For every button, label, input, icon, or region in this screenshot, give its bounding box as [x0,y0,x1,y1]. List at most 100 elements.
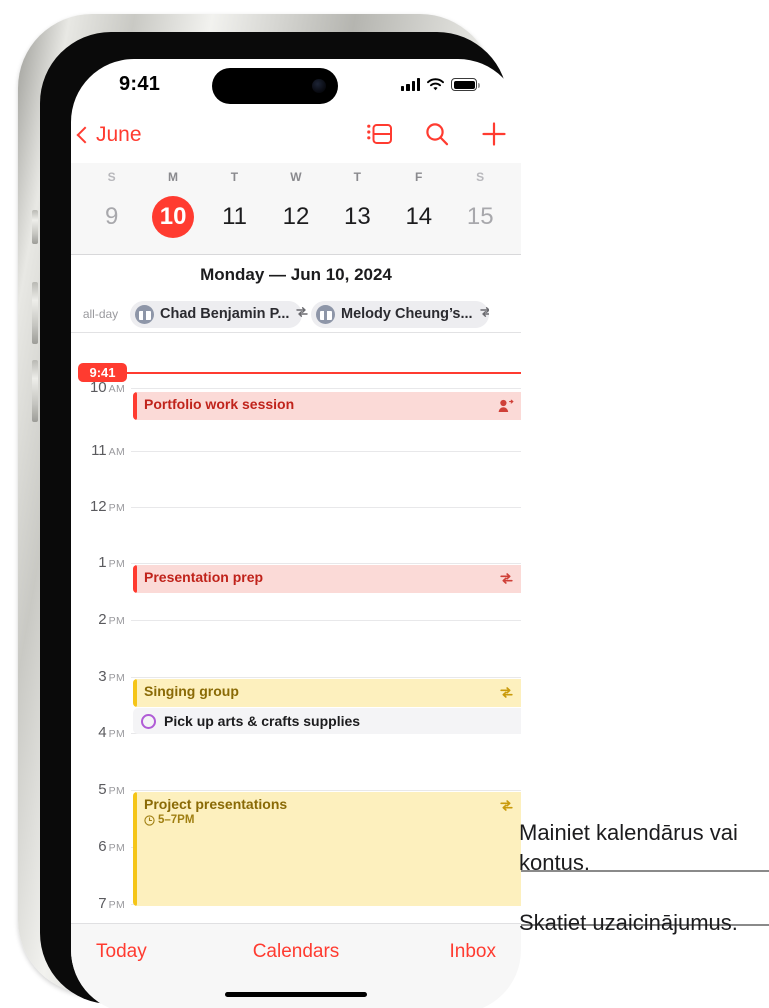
week-date-cell[interactable]: 9 [81,196,142,238]
home-indicator[interactable] [225,992,367,997]
phone-screen: 9:41 June S M T W T F S 9 10 11 12 13 14… [71,59,521,1008]
event-color-bar [133,792,137,906]
gift-icon [316,304,335,324]
wifi-icon [427,78,444,91]
event-block[interactable]: Presentation prep [133,565,521,593]
bottom-toolbar: Today Calendars Inbox [71,923,521,1008]
inbox-button[interactable]: Inbox [363,941,521,963]
list-view-icon[interactable] [367,121,393,152]
search-icon[interactable] [424,121,450,152]
event-block[interactable]: Singing group [133,679,521,707]
event-title: Singing group [144,683,239,699]
hour-row-12pm: 12 PM [71,498,521,515]
date-number: 12 [282,203,310,230]
nav-actions [367,121,507,152]
weekday-letter: T [353,170,362,184]
volume-down-button[interactable] [32,360,38,422]
hour-row-3pm: 3 PM [71,668,521,685]
date-number: 13 [344,203,371,230]
all-day-chip-title: Chad Benjamin P... [160,306,290,322]
day-timeline[interactable]: 10 AM 11 AM 12 PM 1 PM 2 PM 3 PM 4 PM 5 … [71,334,521,923]
repeat-icon [295,305,309,323]
week-date-cell[interactable]: 14 [388,196,449,238]
iphone-device-frame: 9:41 June S M T W T F S 9 10 11 12 13 14… [18,14,521,1008]
event-title: Project presentations [144,796,288,812]
all-day-divider [71,332,521,333]
hour-label: 12 PM [89,498,125,515]
repeat-icon [499,799,514,817]
weekday-letter: M [168,170,179,184]
hour-label: 11 AM [91,442,125,459]
back-to-month-button[interactable]: June [76,123,142,147]
repeat-icon [479,305,489,323]
week-strip: S M T W T F S 9 10 11 12 13 14 15 [71,163,521,255]
gift-icon [135,304,154,324]
hour-gridline [131,388,521,389]
hour-label: 1 PM [98,554,125,571]
week-date-cell[interactable]: 15 [450,196,511,238]
callout-label-calendars: Mainiet kalendārus vai kontus. [519,820,738,875]
event-time-range: 5–7PM [144,814,194,826]
back-button-label: June [96,123,142,146]
all-day-chip-title: Melody Cheung’s... [341,306,473,322]
status-bar: 9:41 [71,59,521,117]
week-date-cell-selected[interactable]: 10 [142,196,203,238]
week-date-cell[interactable]: 13 [327,196,388,238]
event-block[interactable]: Portfolio work session [133,392,521,420]
clock-icon [144,814,155,826]
date-number: 11 [222,203,247,230]
all-day-event-chip[interactable]: Melody Cheung’s... [311,300,489,328]
weekday-letters-row: S M T W T F S [71,163,521,191]
hour-gridline [131,790,521,791]
today-button[interactable]: Today [71,941,229,963]
repeat-icon [499,686,514,704]
screenshot-root: 9:41 June S M T W T F S 9 10 11 12 13 14… [0,0,769,1008]
week-date-cell[interactable]: 12 [265,196,326,238]
day-header-title: Monday — Jun 10, 2024 [200,265,392,284]
hour-label: 6 PM [98,838,125,855]
date-number: 9 [105,203,119,230]
calendars-button[interactable]: Calendars [229,941,362,963]
hour-gridline [131,507,521,508]
all-day-chips: Chad Benjamin P... Melody Cheung’s... [130,300,489,328]
weekday-letter: T [230,170,239,184]
attendee-icon [498,399,514,418]
hour-row-1pm: 1 PM [71,554,521,571]
week-dates-row: 9 10 11 12 13 14 15 [71,191,521,243]
phone-bezel: 9:41 June S M T W T F S 9 10 11 12 13 14… [40,32,521,1008]
plus-icon[interactable] [481,121,507,152]
hour-gridline [131,563,521,564]
event-color-bar [133,679,137,707]
weekday-letter: S [107,170,116,184]
event-color-bar [133,392,137,420]
toolbar-buttons: Today Calendars Inbox [71,924,521,980]
week-date-cell[interactable]: 11 [204,196,265,238]
all-day-label: all-day [82,307,119,321]
weekday-letter: W [290,170,302,184]
event-title: Presentation prep [144,569,264,585]
action-button[interactable] [32,210,38,244]
navigation-bar: June [71,117,521,163]
hour-label: 5 PM [98,781,125,798]
current-time-line [127,372,521,374]
front-camera-icon [312,79,326,93]
cellular-bars-icon [401,78,420,91]
hour-row-10am: 10 AM [71,379,521,396]
all-day-event-chip[interactable]: Chad Benjamin P... [130,300,309,328]
weekday-letter: F [415,170,423,184]
all-day-row: all-day Chad Benjamin P... Melody Cheung… [71,295,521,333]
event-block[interactable]: Project presentations 5–7PM [133,792,521,906]
volume-up-button[interactable] [32,282,38,344]
reminder-title: Pick up arts & crafts supplies [164,713,361,729]
hour-gridline [131,677,521,678]
hour-label: 4 PM [98,724,125,741]
weekday-letter: S [476,170,485,184]
reminder-row[interactable]: Pick up arts & crafts supplies [133,708,521,734]
hour-label: 2 PM [98,611,125,628]
chevron-left-icon [76,126,94,144]
hour-gridline [131,451,521,452]
hour-label: 7 PM [98,895,125,912]
hour-row-2pm: 2 PM [71,611,521,628]
reminder-circle-icon[interactable] [141,713,156,729]
event-color-bar [133,565,137,593]
